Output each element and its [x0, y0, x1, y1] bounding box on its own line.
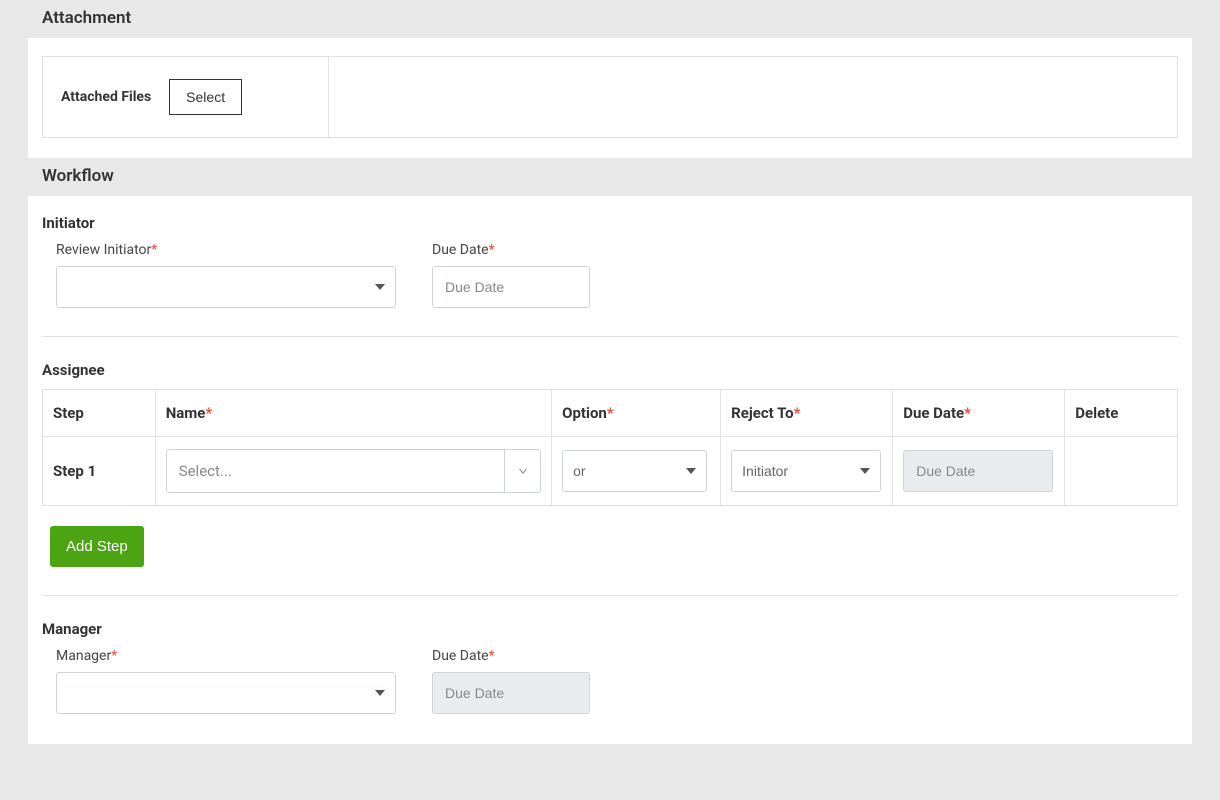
attached-files-list — [329, 57, 1177, 137]
step-cell: Step 1 — [43, 437, 156, 506]
attachment-table: Attached Files Select — [42, 56, 1178, 138]
col-due-header-text: Due Date — [903, 404, 964, 422]
required-mark: * — [794, 404, 801, 422]
due-date-cell — [893, 437, 1065, 506]
manager-due-date-label-text: Due Date — [432, 648, 489, 664]
workflow-header-text: Workflow — [42, 166, 114, 186]
manager-field-row: Manager* Due Date* — [42, 648, 1178, 714]
col-reject-header-text: Reject To — [731, 404, 793, 422]
name-cell: Select... — [155, 437, 551, 506]
divider — [42, 595, 1178, 596]
attachment-section-body: Attached Files Select — [28, 38, 1192, 158]
col-reject-header: Reject To* — [721, 390, 893, 437]
col-delete-header: Delete — [1065, 390, 1178, 437]
initiator-due-date-label: Due Date* — [432, 242, 590, 258]
manager-field: Manager* — [56, 648, 396, 714]
attachment-section-header: Attachment — [28, 0, 1192, 38]
manager-select[interactable] — [56, 672, 396, 714]
name-select-combo[interactable]: Select... — [166, 449, 541, 493]
manager-label-text: Manager — [56, 648, 111, 664]
initiator-field-row: Review Initiator* Due Date* — [42, 242, 1178, 308]
required-mark: * — [151, 242, 157, 258]
attachment-header-text: Attachment — [42, 8, 131, 28]
required-mark: * — [489, 242, 495, 258]
required-mark: * — [205, 404, 212, 422]
assignee-block: Assignee Step Name* Option* Reject To* — [42, 361, 1178, 567]
required-mark: * — [111, 648, 117, 664]
required-mark: * — [607, 404, 614, 422]
col-option-header: Option* — [552, 390, 721, 437]
delete-cell — [1065, 437, 1178, 506]
assignee-heading: Assignee — [42, 361, 1178, 379]
review-initiator-label: Review Initiator* — [56, 242, 396, 258]
initiator-due-date-input[interactable] — [432, 266, 590, 308]
initiator-heading: Initiator — [42, 214, 1178, 232]
assignee-due-date-input — [903, 450, 1053, 492]
assignee-table: Step Name* Option* Reject To* Due Date* — [42, 389, 1178, 506]
col-step-header: Step — [43, 390, 156, 437]
manager-due-date-input — [432, 672, 590, 714]
name-select-placeholder: Select... — [167, 450, 504, 492]
assignee-row: Step 1 Select... o — [43, 437, 1178, 506]
reject-cell: Initiator — [721, 437, 893, 506]
attached-files-label: Attached Files — [61, 89, 151, 105]
initiator-due-date-field: Due Date* — [432, 242, 590, 308]
required-mark: * — [489, 648, 495, 664]
step-label: Step 1 — [53, 462, 96, 480]
reject-to-select[interactable]: Initiator — [731, 450, 881, 492]
required-mark: * — [964, 404, 971, 422]
assignee-header-row: Step Name* Option* Reject To* Due Date* — [43, 390, 1178, 437]
select-file-button[interactable]: Select — [169, 79, 242, 115]
col-due-header: Due Date* — [893, 390, 1065, 437]
initiator-block: Initiator Review Initiator* Due Date* — [42, 214, 1178, 308]
workflow-section-body: Initiator Review Initiator* Due Date* — [28, 196, 1192, 744]
review-initiator-label-text: Review Initiator — [56, 242, 151, 258]
col-name-header: Name* — [155, 390, 551, 437]
option-cell: or — [552, 437, 721, 506]
manager-label: Manager* — [56, 648, 396, 664]
manager-due-date-field: Due Date* — [432, 648, 590, 714]
chevron-down-icon — [504, 450, 540, 492]
col-name-header-text: Name — [166, 404, 206, 422]
attached-files-cell: Attached Files Select — [43, 57, 329, 137]
review-initiator-field: Review Initiator* — [56, 242, 396, 308]
initiator-due-date-label-text: Due Date — [432, 242, 489, 258]
option-select[interactable]: or — [562, 450, 707, 492]
workflow-section-header: Workflow — [28, 158, 1192, 196]
add-step-button[interactable]: Add Step — [50, 526, 144, 567]
manager-block: Manager Manager* Due Date* — [42, 620, 1178, 714]
manager-heading: Manager — [42, 620, 1178, 638]
divider — [42, 336, 1178, 337]
review-initiator-select[interactable] — [56, 266, 396, 308]
manager-due-date-label: Due Date* — [432, 648, 590, 664]
col-option-header-text: Option — [562, 404, 607, 422]
